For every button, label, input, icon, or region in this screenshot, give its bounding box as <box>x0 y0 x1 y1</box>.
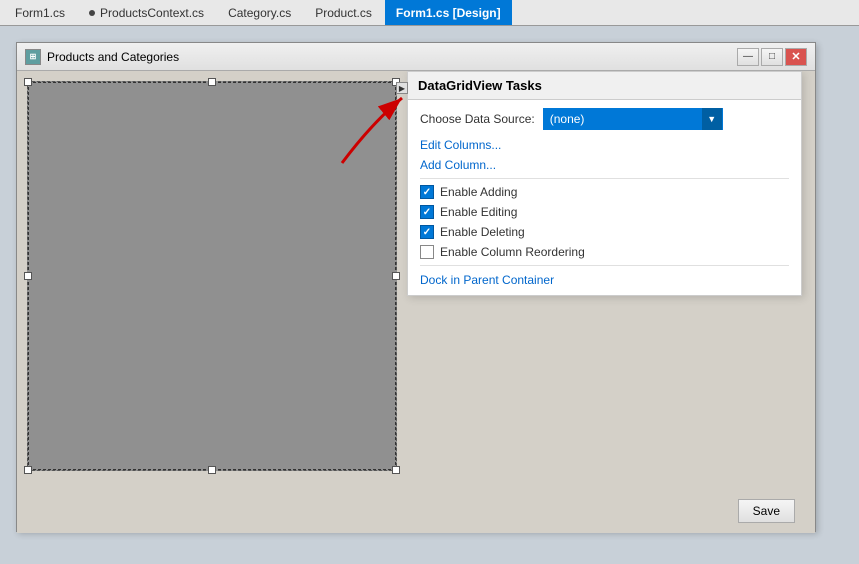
edit-columns-link[interactable]: Edit Columns... <box>420 138 789 152</box>
main-area: ⊞ Products and Categories — □ ✕ <box>0 26 859 564</box>
handle-bottom-right[interactable] <box>392 466 400 474</box>
task-panel: DataGridView Tasks Choose Data Source: (… <box>407 71 802 296</box>
tab-label: Form1.cs [Design] <box>396 6 501 20</box>
selection-border <box>28 82 396 470</box>
form-title-bar: ⊞ Products and Categories — □ ✕ <box>17 43 815 71</box>
task-divider-2 <box>420 265 789 266</box>
form-title-text: Products and Categories <box>47 50 731 64</box>
handle-top-center[interactable] <box>208 78 216 86</box>
handle-middle-left[interactable] <box>24 272 32 280</box>
tab-modified-dot <box>89 10 95 16</box>
save-button[interactable]: Save <box>738 499 795 523</box>
checkbox-enable-editing[interactable]: ✓ <box>420 205 434 219</box>
handle-middle-right[interactable] <box>392 272 400 280</box>
tab-products-context[interactable]: ProductsContext.cs <box>78 0 215 25</box>
smart-tag-button[interactable]: ▶ <box>396 82 408 94</box>
checkmark-icon: ✓ <box>423 227 431 238</box>
data-source-label: Choose Data Source: <box>420 112 535 126</box>
task-panel-body: Choose Data Source: (none) ▼ Edit Column… <box>408 100 801 295</box>
checkbox-row-enable-editing: ✓ Enable Editing <box>420 205 789 219</box>
add-column-link[interactable]: Add Column... <box>420 158 789 172</box>
handle-top-left[interactable] <box>24 78 32 86</box>
checkbox-enable-deleting[interactable]: ✓ <box>420 225 434 239</box>
handle-bottom-center[interactable] <box>208 466 216 474</box>
checkbox-label-enable-adding: Enable Adding <box>440 185 517 199</box>
tab-label: Form1.cs <box>15 6 65 20</box>
dock-link[interactable]: Dock in Parent Container <box>420 273 554 287</box>
checkbox-label-enable-editing: Enable Editing <box>440 205 517 219</box>
minimize-button[interactable]: — <box>737 48 759 66</box>
form-title-icon: ⊞ <box>25 49 41 65</box>
data-source-dropdown-arrow[interactable]: ▼ <box>702 108 722 130</box>
maximize-button[interactable]: □ <box>761 48 783 66</box>
form-window: ⊞ Products and Categories — □ ✕ <box>16 42 816 532</box>
tab-label: Category.cs <box>228 6 291 20</box>
data-source-row: Choose Data Source: (none) ▼ <box>420 108 789 130</box>
checkbox-row-enable-adding: ✓ Enable Adding <box>420 185 789 199</box>
checkbox-row-enable-deleting: ✓ Enable Deleting <box>420 225 789 239</box>
checkbox-label-enable-reordering: Enable Column Reordering <box>440 245 585 259</box>
checkbox-row-enable-reordering: Enable Column Reordering <box>420 245 789 259</box>
tab-category-cs[interactable]: Category.cs <box>217 0 302 25</box>
tab-form1-cs[interactable]: Form1.cs <box>4 0 76 25</box>
task-divider-1 <box>420 178 789 179</box>
data-source-value: (none) <box>544 112 702 126</box>
close-button[interactable]: ✕ <box>785 48 807 66</box>
checkbox-enable-reordering[interactable] <box>420 245 434 259</box>
checkbox-label-enable-deleting: Enable Deleting <box>440 225 525 239</box>
datagrid-view[interactable]: ▶ <box>27 81 397 471</box>
tab-form1-design[interactable]: Form1.cs [Design] <box>385 0 512 25</box>
form-body: ▶ DataGridView Tasks Choose Data <box>17 71 815 533</box>
task-panel-header: DataGridView Tasks <box>408 72 801 100</box>
checkbox-enable-adding[interactable]: ✓ <box>420 185 434 199</box>
checkbox-container: ✓ Enable Adding ✓ Enable Editing ✓ Enable Del… <box>420 185 789 259</box>
tab-product-cs[interactable]: Product.cs <box>304 0 383 25</box>
tab-label: Product.cs <box>315 6 372 20</box>
save-button-area: Save <box>738 499 795 523</box>
form-window-controls: — □ ✕ <box>737 48 807 66</box>
tab-bar: Form1.cs ProductsContext.cs Category.cs Pro… <box>0 0 859 26</box>
checkmark-icon: ✓ <box>423 187 431 198</box>
data-source-dropdown[interactable]: (none) ▼ <box>543 108 723 130</box>
handle-bottom-left[interactable] <box>24 466 32 474</box>
tab-label: ProductsContext.cs <box>100 6 204 20</box>
checkmark-icon: ✓ <box>423 207 431 218</box>
